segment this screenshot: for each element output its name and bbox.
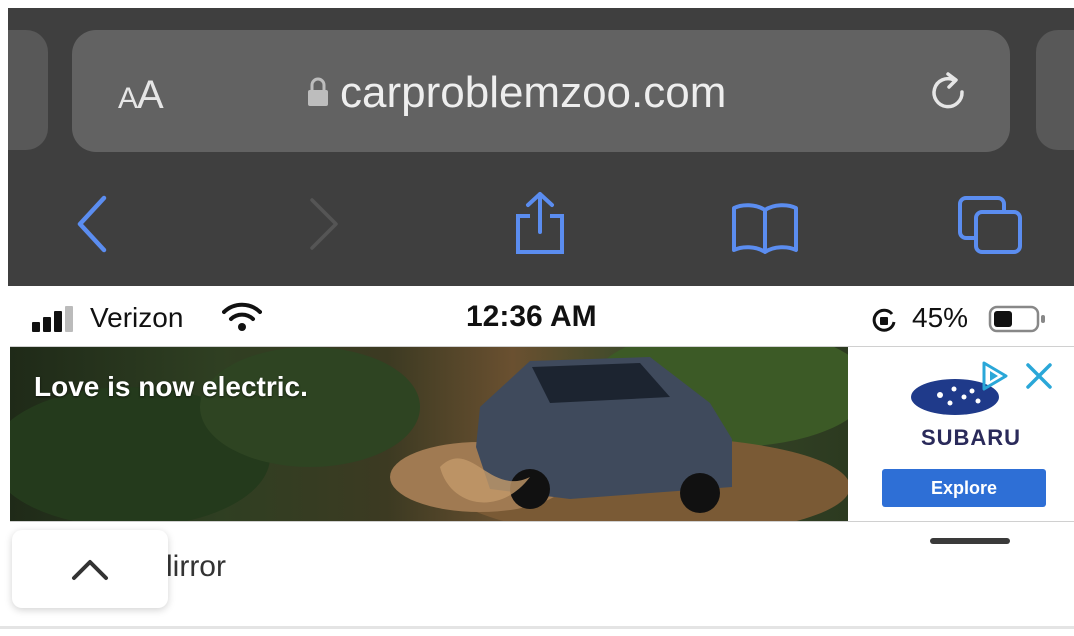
url-text[interactable]: carproblemzoo.com xyxy=(340,66,726,120)
ad-brand-name: SUBARU xyxy=(920,425,1022,450)
text-size-small-a: A xyxy=(118,82,138,115)
back-chevron-icon[interactable] xyxy=(72,194,112,254)
forward-chevron-icon[interactable] xyxy=(306,196,342,252)
lock-icon xyxy=(308,77,328,106)
ad-close-icon[interactable] xyxy=(1022,359,1056,393)
banner-ad[interactable]: Love is now electric. SUBARU Explore xyxy=(10,346,1074,522)
ad-explore-button[interactable]: Explore xyxy=(882,469,1046,507)
tabs-icon[interactable] xyxy=(956,194,1026,258)
top-edge xyxy=(0,0,1074,8)
reload-icon[interactable] xyxy=(924,68,976,124)
ad-brand-panel[interactable]: SUBARU Explore xyxy=(848,347,1074,521)
ad-headline: Love is now electric. xyxy=(34,371,308,402)
status-battery-row: 45% xyxy=(0,290,1074,346)
next-tab-preview[interactable] xyxy=(1036,30,1074,150)
previous-tab-preview[interactable] xyxy=(8,30,48,150)
bookmarks-book-icon[interactable] xyxy=(730,200,800,254)
battery-percent: 45% xyxy=(912,302,969,333)
text-size-button[interactable]: AA xyxy=(118,70,164,124)
scroll-indicator xyxy=(930,538,1010,544)
battery-icon xyxy=(988,305,1045,333)
text-size-large-a: A xyxy=(137,73,164,117)
ad-car-photo[interactable]: Love is now electric. xyxy=(10,347,848,521)
page-snippet-text: lirror xyxy=(166,550,226,583)
chevron-up-icon xyxy=(72,560,108,580)
adchoices-icon[interactable] xyxy=(978,359,1012,393)
collapse-button[interactable] xyxy=(12,530,168,608)
share-icon[interactable] xyxy=(512,190,568,256)
content-divider xyxy=(0,626,1074,629)
